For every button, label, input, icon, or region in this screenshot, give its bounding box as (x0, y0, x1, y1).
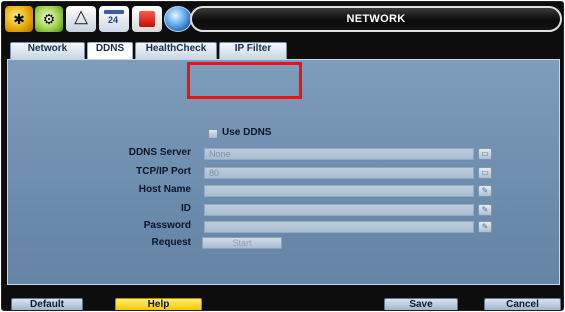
ddns-server-dropdown-button[interactable]: ▭ (478, 148, 492, 160)
id-field[interactable] (204, 204, 474, 216)
password-label: Password (143, 220, 191, 231)
gear-icon[interactable]: ⚙ (35, 6, 63, 32)
alarm-bell-icon[interactable]: △ (66, 6, 96, 32)
password-field[interactable] (204, 221, 474, 233)
help-button[interactable]: Help (115, 298, 202, 310)
window-title: NETWORK (190, 6, 562, 32)
calendar-day: 24 (108, 15, 119, 25)
cog-glyph-icon: ⚙ (42, 11, 56, 27)
use-ddns-checkbox[interactable] (208, 129, 218, 139)
tcpip-port-label: TCP/IP Port (136, 166, 191, 177)
default-button[interactable]: Default (11, 298, 83, 310)
wrench-icon: ✱ (13, 11, 25, 27)
pencil-icon: ✎ (481, 205, 489, 214)
host-name-field[interactable] (204, 185, 474, 197)
start-request-button[interactable]: Start (202, 237, 282, 249)
tab-healthcheck[interactable]: HealthCheck (135, 42, 217, 60)
host-name-label: Host Name (138, 184, 191, 195)
record-icon[interactable] (132, 6, 162, 32)
bell-glyph-icon: △ (74, 6, 88, 26)
tcpip-port-edit-button[interactable]: ▭ (478, 167, 492, 179)
save-button[interactable]: Save (384, 298, 458, 310)
host-name-edit-button[interactable]: ✎ (478, 185, 492, 197)
tab-ip-filter[interactable]: IP Filter (219, 42, 287, 60)
ddns-server-field[interactable]: None (204, 148, 474, 160)
ddns-settings-panel: Use DDNS DDNS Server None ▭ TCP/IP Port … (7, 59, 560, 285)
dvr-setup-window: ✱ ⚙ △ 24 NETWORK Network DDNS HealthChec… (1, 1, 564, 311)
calendar-header-icon (104, 10, 124, 14)
use-ddns-label: Use DDNS (222, 127, 272, 138)
calendar-icon[interactable]: 24 (99, 6, 129, 32)
setup-icon[interactable]: ✱ (5, 6, 33, 32)
pencil-icon: ✎ (481, 222, 489, 231)
pencil-icon: ✎ (481, 186, 489, 195)
dropdown-icon: ▭ (481, 149, 489, 158)
cancel-button[interactable]: Cancel (484, 298, 561, 310)
id-label: ID (181, 203, 191, 214)
request-label: Request (151, 237, 191, 248)
password-edit-button[interactable]: ✎ (478, 221, 492, 233)
id-edit-button[interactable]: ✎ (478, 204, 492, 216)
ddns-server-label: DDNS Server (128, 147, 191, 158)
network-globe-icon[interactable] (164, 6, 192, 32)
tcpip-port-field[interactable]: 80 (204, 167, 474, 179)
keypad-icon: ▭ (481, 168, 489, 177)
tab-network[interactable]: Network (10, 42, 85, 60)
record-square-icon (139, 11, 155, 27)
